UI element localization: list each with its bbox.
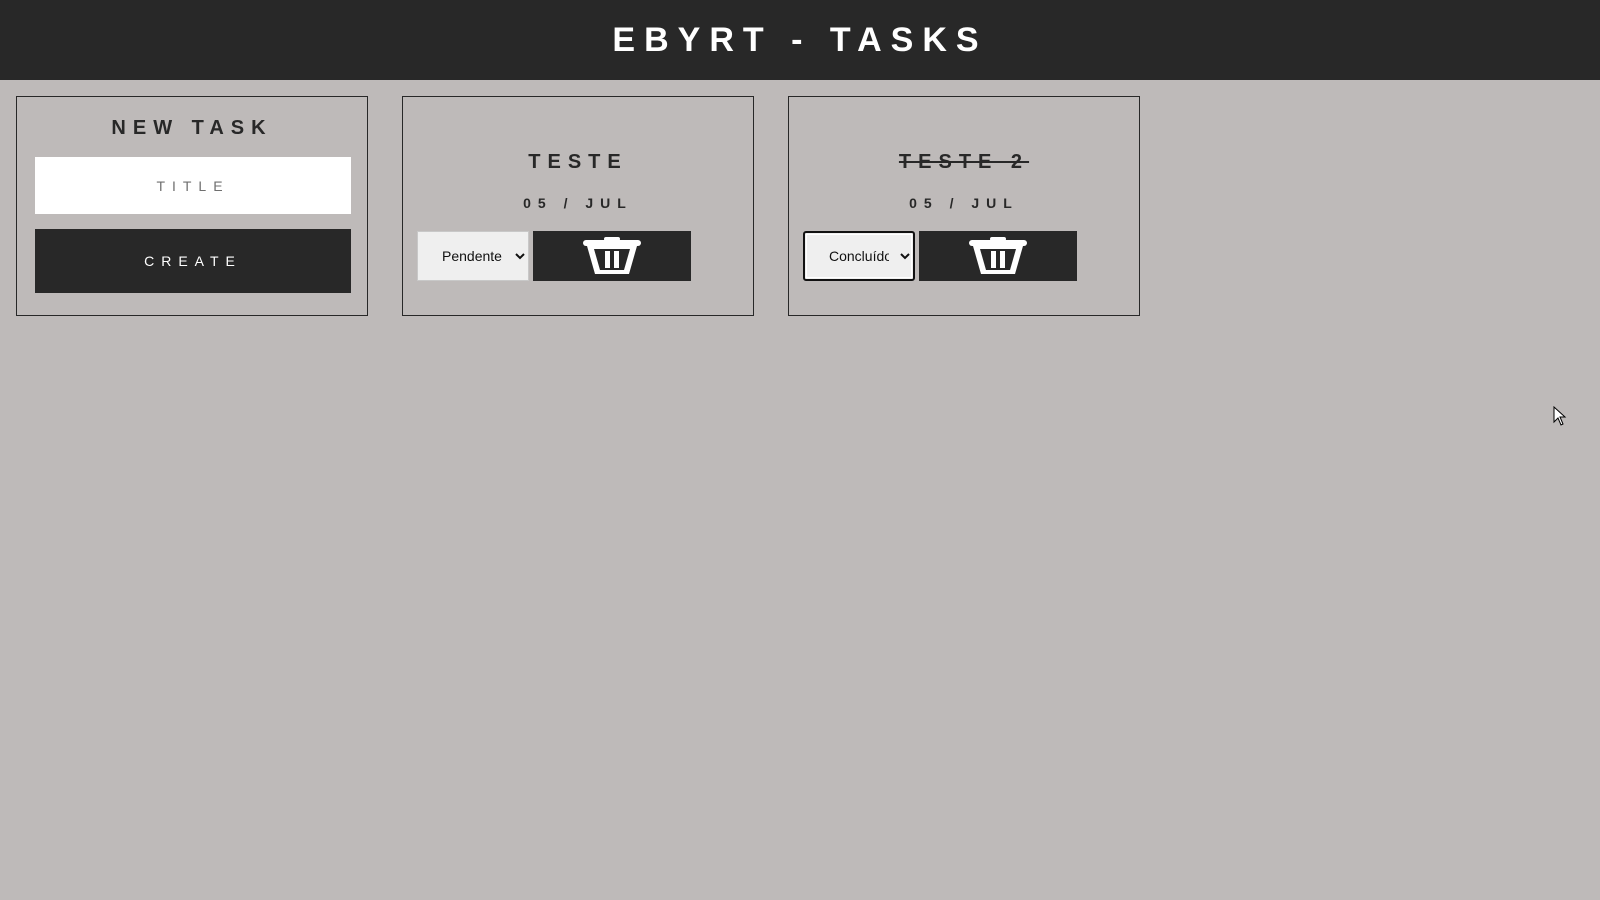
trash-icon bbox=[583, 237, 641, 274]
task-title-text: TESTE 2 bbox=[898, 151, 1030, 173]
delete-task-button[interactable] bbox=[919, 231, 1077, 281]
task-title-input[interactable] bbox=[35, 157, 351, 214]
mouse-cursor-icon bbox=[1553, 406, 1567, 426]
task-card: TESTE 2 05 / JUL Concluído bbox=[788, 96, 1140, 316]
create-button[interactable]: CREATE bbox=[35, 229, 351, 293]
app-header: EBYRT - TASKS bbox=[0, 0, 1600, 80]
task-date: 05 / JUL bbox=[909, 195, 1019, 211]
delete-task-button[interactable] bbox=[533, 231, 691, 281]
task-board: NEW TASK CREATE TESTE 05 / JUL Pendente … bbox=[0, 80, 1600, 900]
status-select[interactable]: Concluído bbox=[803, 231, 915, 281]
task-title: TESTE 2 bbox=[789, 151, 1139, 174]
task-title: TESTE bbox=[403, 151, 753, 174]
trash-icon bbox=[969, 237, 1027, 274]
task-card: TESTE 05 / JUL Pendente bbox=[402, 96, 754, 316]
task-date: 05 / JUL bbox=[523, 195, 633, 211]
task-title-text: TESTE bbox=[528, 151, 628, 173]
status-select[interactable]: Pendente bbox=[417, 231, 529, 281]
new-task-heading: NEW TASK bbox=[111, 117, 273, 139]
new-task-card: NEW TASK CREATE bbox=[16, 96, 368, 316]
app-title: EBYRT - TASKS bbox=[612, 20, 988, 59]
